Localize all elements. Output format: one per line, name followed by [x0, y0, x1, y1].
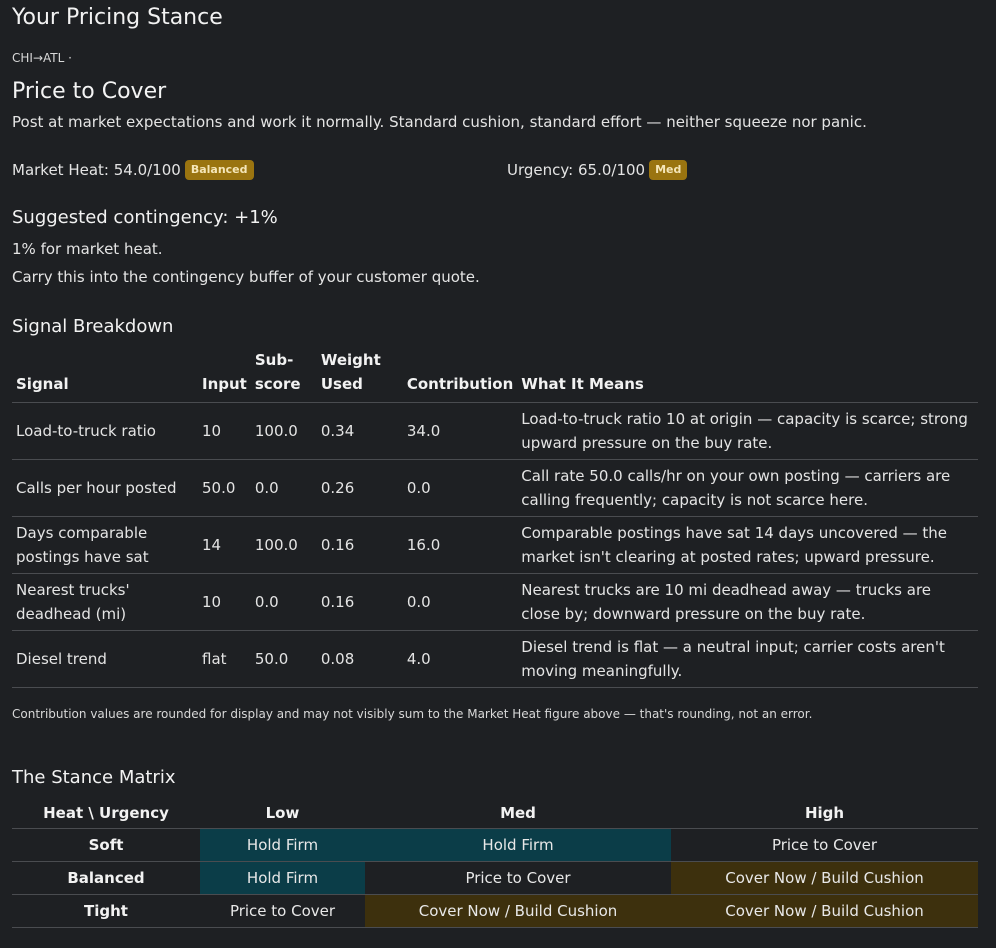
signal-contribution-cell: 4.0 — [402, 630, 518, 688]
matrix-row-header: Balanced — [12, 861, 200, 895]
signal-meaning-cell: Comparable postings have sat 14 days unc… — [517, 516, 978, 574]
signal-input-cell: 50.0 — [198, 459, 251, 517]
matrix-cell: Hold Firm — [200, 861, 365, 895]
urgency-badge: Med — [649, 160, 688, 180]
matrix-cell: Cover Now / Build Cushion — [365, 894, 671, 928]
signal-input-cell: 10 — [198, 573, 251, 631]
signal-weight-cell: 0.08 — [316, 630, 403, 688]
col-header-contribution: Contribution — [402, 346, 518, 403]
matrix-cell: Cover Now / Build Cushion — [671, 861, 978, 895]
market-heat-badge: Balanced — [184, 160, 254, 180]
signal-row: Calls per hour posted 50.0 0.0 0.26 0.0 Call … — [12, 459, 978, 517]
col-header-signal: Signal — [12, 346, 198, 403]
matrix-cell: Hold Firm — [200, 828, 365, 862]
signal-subscore-cell: 100.0 — [250, 402, 317, 460]
matrix-cell: Hold Firm — [365, 828, 671, 862]
signal-name-cell: Load-to-truck ratio — [12, 402, 198, 460]
signal-input-cell: 10 — [198, 402, 251, 460]
page-title: Your Pricing Stance — [12, 5, 223, 30]
matrix-row-header: Soft — [12, 828, 200, 862]
matrix-row-header: Tight — [12, 894, 200, 928]
signal-name-cell: Nearest trucks' deadhead (mi) — [12, 573, 198, 631]
signal-table-header-row: Signal Input Sub-score Weight Used Contr… — [12, 346, 978, 403]
urgency-label: Urgency: 65.0/100 — [507, 161, 646, 179]
signal-name-cell: Days comparable postings have sat — [12, 516, 198, 574]
signal-subscore-cell: 50.0 — [250, 630, 317, 688]
stance-name: Price to Cover — [12, 79, 167, 104]
matrix-row-soft: Soft Hold Firm Hold Firm Price to Cover — [12, 828, 978, 862]
signal-row: Diesel trend flat 50.0 0.08 4.0 Diesel trend … — [12, 630, 978, 688]
signal-contribution-cell: 34.0 — [402, 402, 518, 460]
signal-name-cell: Diesel trend — [12, 630, 198, 688]
contingency-instruction: Carry this into the contingency buffer o… — [12, 268, 480, 286]
signal-row: Load-to-truck ratio 10 100.0 0.34 34.0 Load-t… — [12, 402, 978, 460]
signal-weight-cell: 0.16 — [316, 516, 403, 574]
signal-weight-cell: 0.26 — [316, 459, 403, 517]
route-label: CHI→ATL · — [12, 51, 72, 65]
matrix-cell: Price to Cover — [671, 828, 978, 862]
matrix-row-tight: Tight Price to Cover Cover Now / Build Cus… — [12, 894, 978, 928]
stance-description: Post at market expectations and work it … — [12, 113, 867, 131]
signal-meaning-cell: Diesel trend is flat — a neutral input; … — [517, 630, 978, 688]
col-header-weight-used: Weight Used — [316, 346, 403, 403]
stance-matrix-heading: The Stance Matrix — [12, 767, 176, 788]
matrix-row-balanced: Balanced Hold Firm Price to Cover Cover Now… — [12, 861, 978, 895]
signal-contribution-cell: 0.0 — [402, 459, 518, 517]
signal-contribution-cell: 0.0 — [402, 573, 518, 631]
signal-input-cell: flat — [198, 630, 251, 688]
matrix-cell: Cover Now / Build Cushion — [671, 894, 978, 928]
signal-meaning-cell: Call rate 50.0 calls/hr on your own post… — [517, 459, 978, 517]
signal-row: Days comparable postings have sat 14 100.0… — [12, 516, 978, 574]
signal-breakdown-heading: Signal Breakdown — [12, 316, 174, 337]
matrix-col-header-low: Low — [200, 798, 365, 829]
col-header-input: Input — [198, 346, 251, 403]
matrix-col-header-med: Med — [365, 798, 671, 829]
rounding-note: Contribution values are rounded for disp… — [12, 707, 813, 721]
signal-breakdown-table: Signal Input Sub-score Weight Used Contr… — [12, 346, 978, 688]
signal-subscore-cell: 0.0 — [250, 459, 317, 517]
matrix-corner-header: Heat \ Urgency — [12, 798, 200, 829]
signal-subscore-cell: 0.0 — [250, 573, 317, 631]
signal-subscore-cell: 100.0 — [250, 516, 317, 574]
col-header-subscore: Sub-score — [250, 346, 317, 403]
stance-matrix-table: Heat \ Urgency Low Med High Soft Hold Fir… — [12, 798, 978, 928]
contingency-reason: 1% for market heat. — [12, 240, 163, 258]
signal-name-cell: Calls per hour posted — [12, 459, 198, 517]
matrix-header-row: Heat \ Urgency Low Med High — [12, 798, 978, 829]
signal-weight-cell: 0.16 — [316, 573, 403, 631]
signal-row: Nearest trucks' deadhead (mi) 10 0.0 0.16 0.… — [12, 573, 978, 631]
signal-input-cell: 14 — [198, 516, 251, 574]
signal-contribution-cell: 16.0 — [402, 516, 518, 574]
matrix-cell: Price to Cover — [200, 894, 365, 928]
market-heat-label: Market Heat: 54.0/100 — [12, 161, 181, 179]
signal-weight-cell: 0.34 — [316, 402, 403, 460]
matrix-col-header-high: High — [671, 798, 978, 829]
signal-meaning-cell: Load-to-truck ratio 10 at origin — capac… — [517, 402, 978, 460]
signal-meaning-cell: Nearest trucks are 10 mi deadhead away —… — [517, 573, 978, 631]
urgency-metric: Urgency: 65.0/100 Med — [507, 160, 688, 180]
market-heat-metric: Market Heat: 54.0/100 Balanced — [12, 160, 254, 180]
contingency-heading: Suggested contingency: +1% — [12, 207, 278, 228]
matrix-cell: Price to Cover — [365, 861, 671, 895]
col-header-what-it-means: What It Means — [517, 346, 978, 403]
